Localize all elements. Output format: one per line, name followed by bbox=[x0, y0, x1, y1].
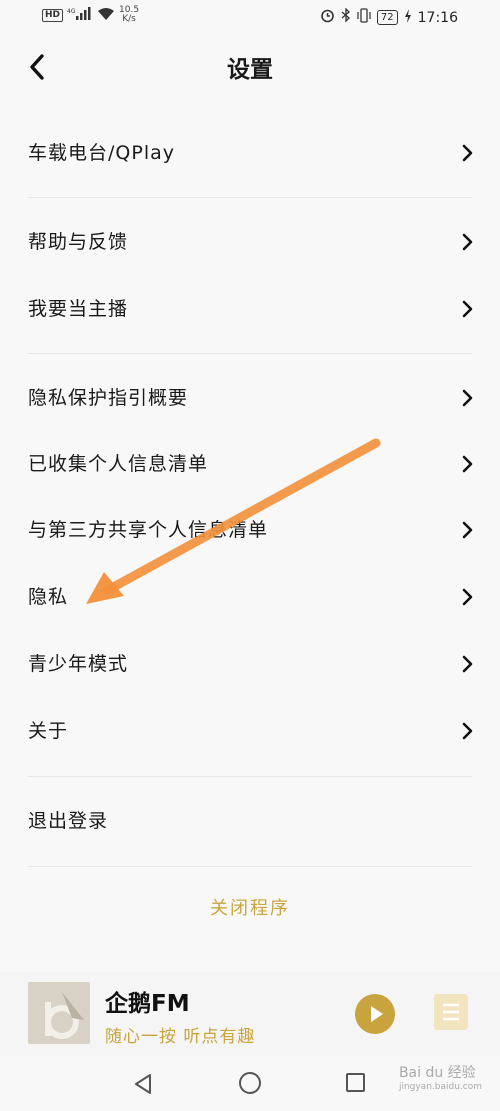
play-button[interactable] bbox=[355, 994, 395, 1034]
settings-item-collected-info[interactable]: 已收集个人信息清单 bbox=[0, 431, 500, 497]
divider bbox=[28, 353, 472, 354]
chevron-right-icon bbox=[462, 521, 473, 539]
settings-item-label: 隐私 bbox=[28, 586, 69, 608]
baidu-watermark: Bai du 经验 jingyan.baidu.com bbox=[399, 1062, 482, 1092]
settings-item-label: 关于 bbox=[28, 720, 69, 742]
settings-item-teen-mode[interactable]: 青少年模式 bbox=[0, 631, 500, 697]
settings-item-label: 车载电台/QPlay bbox=[28, 142, 175, 164]
chevron-right-icon bbox=[462, 455, 473, 473]
alarm-icon bbox=[320, 8, 335, 27]
bluetooth-icon bbox=[341, 7, 351, 27]
close-app-button[interactable]: 关闭程序 bbox=[0, 894, 500, 920]
nav-home-icon[interactable] bbox=[239, 1072, 261, 1094]
settings-item-privacy-summary[interactable]: 隐私保护指引概要 bbox=[0, 365, 500, 431]
chevron-right-icon bbox=[462, 722, 473, 740]
settings-item-label: 我要当主播 bbox=[28, 298, 129, 320]
settings-item-shared-info[interactable]: 与第三方共享个人信息清单 bbox=[0, 497, 500, 563]
play-icon bbox=[371, 1006, 383, 1022]
status-bar: HD 4G 10.5 K/s 72 17:16 bbox=[0, 0, 500, 36]
chevron-right-icon bbox=[462, 588, 473, 606]
charging-icon bbox=[404, 8, 412, 27]
status-left: HD 4G 10.5 K/s bbox=[42, 6, 139, 24]
divider bbox=[28, 776, 472, 777]
speed-unit: K/s bbox=[122, 14, 136, 24]
nav-back-icon[interactable] bbox=[133, 1073, 153, 1095]
network-type: 4G bbox=[67, 8, 76, 15]
chevron-right-icon bbox=[462, 389, 473, 407]
chevron-right-icon bbox=[462, 300, 473, 318]
app-header: 设置 bbox=[0, 40, 500, 98]
watermark-url: jingyan.baidu.com bbox=[398, 1082, 482, 1092]
page-title: 设置 bbox=[227, 57, 273, 83]
chevron-right-icon bbox=[462, 233, 473, 251]
logout-label: 退出登录 bbox=[28, 810, 109, 832]
vibrate-icon bbox=[357, 8, 371, 27]
player-subtitle: 随心一按 听点有趣 bbox=[105, 1027, 256, 1047]
divider bbox=[28, 866, 472, 867]
settings-item-privacy[interactable]: 隐私 bbox=[0, 564, 500, 630]
album-cover[interactable] bbox=[28, 982, 90, 1044]
watermark-brand: Bai du 经验 bbox=[398, 1065, 476, 1081]
settings-item-help-feedback[interactable]: 帮助与反馈 bbox=[0, 209, 500, 275]
battery-indicator: 72 bbox=[376, 10, 398, 25]
hd-indicator: HD bbox=[42, 8, 64, 22]
player-title: 企鹅FM bbox=[105, 991, 190, 1017]
playlist-button[interactable] bbox=[434, 994, 468, 1030]
status-right: 72 17:16 bbox=[320, 7, 458, 27]
settings-item-label: 帮助与反馈 bbox=[28, 231, 129, 253]
clock: 17:16 bbox=[417, 9, 458, 26]
list-icon bbox=[443, 1003, 459, 1021]
settings-item-become-host[interactable]: 我要当主播 bbox=[0, 276, 500, 342]
settings-item-about[interactable]: 关于 bbox=[0, 698, 500, 764]
settings-item-car-radio[interactable]: 车载电台/QPlay bbox=[0, 120, 500, 186]
chevron-right-icon bbox=[462, 655, 473, 673]
logout-button[interactable]: 退出登录 bbox=[0, 788, 500, 854]
chevron-right-icon bbox=[462, 144, 473, 162]
wifi-icon bbox=[97, 7, 115, 24]
network-speed: 10.5 K/s bbox=[119, 6, 139, 24]
settings-item-label: 与第三方共享个人信息清单 bbox=[28, 519, 269, 541]
mini-player[interactable]: 企鹅FM 随心一按 听点有趣 bbox=[0, 972, 500, 1056]
nav-recents-icon[interactable] bbox=[346, 1073, 365, 1092]
divider bbox=[28, 197, 472, 198]
signal-icon: 4G bbox=[67, 6, 93, 24]
settings-item-label: 已收集个人信息清单 bbox=[28, 453, 209, 475]
penguin-logo-icon bbox=[45, 992, 84, 1039]
settings-item-label: 隐私保护指引概要 bbox=[28, 387, 189, 409]
settings-item-label: 青少年模式 bbox=[28, 653, 129, 675]
